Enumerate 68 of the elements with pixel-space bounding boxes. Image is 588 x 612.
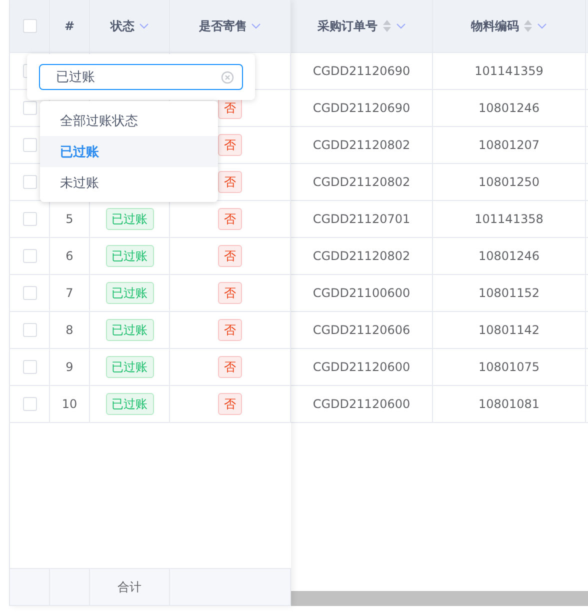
status-tag: 已过账 (106, 282, 154, 304)
table-cell: 10801246 (478, 101, 540, 115)
checkbox[interactable] (22, 101, 36, 115)
checkbox[interactable] (22, 138, 36, 152)
filter-chevron-icon[interactable] (396, 23, 406, 29)
scrollbar[interactable] (291, 591, 588, 606)
consignment-tag: 否 (218, 171, 242, 193)
sort-icon[interactable] (382, 19, 392, 33)
status-tag: 已过账 (106, 393, 154, 415)
status-tag: 已过账 (106, 319, 154, 341)
checkbox[interactable] (22, 286, 36, 300)
checkbox[interactable] (22, 175, 36, 189)
filter-input[interactable]: 已过账 (39, 64, 243, 90)
checkbox[interactable] (22, 249, 36, 263)
checkbox[interactable] (22, 19, 36, 33)
checkbox[interactable] (22, 360, 36, 374)
dropdown-option[interactable]: 已过账 (40, 136, 218, 167)
table-cell: CGDD21120600 (312, 397, 410, 411)
consignment-tag: 否 (218, 393, 242, 415)
status-tag: 已过账 (106, 356, 154, 378)
table-cell: 101141359 (474, 64, 544, 78)
filter-chevron-icon[interactable] (537, 23, 547, 29)
clear-icon[interactable] (221, 70, 234, 84)
consignment-tag: 否 (218, 245, 242, 267)
column-header[interactable]: # (64, 19, 75, 33)
consignment-tag: 否 (218, 319, 242, 341)
table-cell: 10801075 (478, 360, 540, 374)
row-number: 6 (66, 249, 74, 263)
dropdown-option[interactable]: 未过账 (40, 167, 218, 198)
row-number: 9 (66, 360, 74, 374)
table-cell: CGDD21120690 (312, 101, 410, 115)
table-cell: CGDD21120690 (312, 64, 410, 78)
consignment-tag: 否 (218, 282, 242, 304)
dropdown-option[interactable]: 全部过账状态 (40, 105, 218, 136)
consignment-tag: 否 (218, 208, 242, 230)
column-header[interactable]: 状态 (110, 18, 148, 34)
table-cell: 10801142 (478, 323, 540, 337)
table-cell: CGDD21120802 (312, 249, 410, 263)
checkbox[interactable] (22, 397, 36, 411)
table-cell: 101141358 (474, 212, 544, 226)
table-cell: 10801081 (478, 397, 540, 411)
table-cell: CGDD21120802 (312, 138, 410, 152)
table-cell: 10801250 (478, 175, 540, 189)
consignment-tag: 否 (218, 356, 242, 378)
table-cell: 10801246 (478, 249, 540, 263)
row-number: 10 (62, 397, 78, 411)
column-header[interactable]: 是否寄售 (199, 18, 261, 34)
row-number: 8 (66, 323, 74, 337)
column-header[interactable]: 物料编码 (471, 18, 547, 34)
checkbox[interactable] (22, 323, 36, 337)
consignment-tag: 否 (218, 134, 242, 156)
table-cell: CGDD21120701 (312, 212, 410, 226)
table-cell: CGDD21120802 (312, 175, 410, 189)
total-label: 合计 (118, 578, 142, 596)
table-cell: CGDD21120606 (312, 323, 410, 337)
filter-chevron-icon[interactable] (251, 23, 261, 29)
status-tag: 已过账 (106, 245, 154, 267)
table-cell: 10801152 (478, 286, 540, 300)
table-cell: 10801207 (478, 138, 540, 152)
table-cell: CGDD21120600 (312, 360, 410, 374)
row-number: 7 (66, 286, 74, 300)
status-tag: 已过账 (106, 208, 154, 230)
filter-chevron-icon[interactable] (138, 23, 148, 29)
sort-icon[interactable] (523, 19, 533, 33)
checkbox[interactable] (22, 212, 36, 226)
column-header[interactable]: 采购订单号 (318, 18, 406, 34)
row-number: 5 (66, 212, 74, 226)
table-cell: CGDD21100600 (312, 286, 410, 300)
